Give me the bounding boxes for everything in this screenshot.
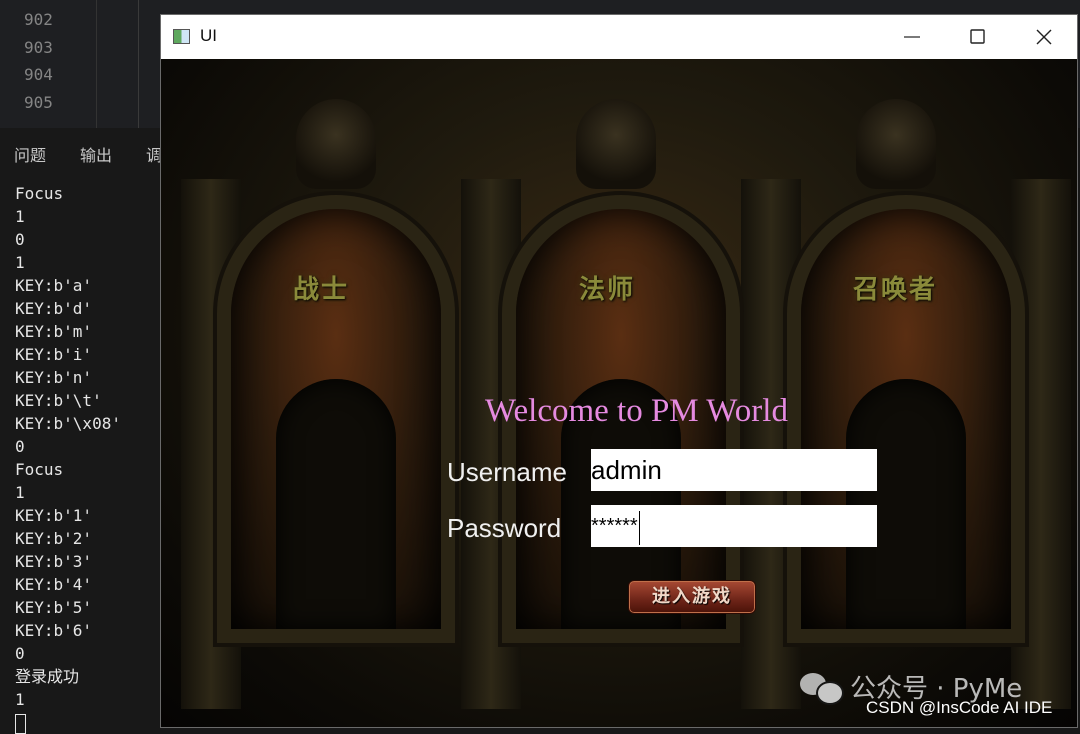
tab-output[interactable]: 输出	[80, 142, 112, 166]
terminal-line: 1	[15, 207, 25, 226]
ui-window: UI 战士 法师 召唤者 Welcome to PM World Usernam…	[160, 14, 1078, 728]
password-label: Password	[447, 513, 562, 543]
terminal-line: 0	[15, 644, 25, 663]
terminal-line: KEY:b'4'	[15, 575, 93, 594]
stone-pillar	[1011, 179, 1071, 709]
close-icon	[1036, 29, 1052, 45]
indent-guide	[138, 0, 139, 128]
stone-pillar	[741, 179, 801, 709]
arch-label-warrior: 战士	[293, 275, 350, 305]
terminal-line: KEY:b'5'	[15, 598, 93, 617]
maximize-button[interactable]	[945, 15, 1011, 59]
terminal-line: KEY:b'd'	[15, 299, 93, 318]
password-input[interactable]: ******	[591, 505, 877, 547]
terminal-line: Focus	[15, 460, 64, 479]
gargoyle-statue	[856, 99, 936, 189]
terminal-output: Focus 1 0 1 KEY:b'a' KEY:b'd' KEY:b'm' KEY:b'i'…	[15, 182, 165, 734]
line-number: 904	[24, 65, 53, 84]
stone-pillar	[461, 179, 521, 709]
terminal-line: KEY:b'n'	[15, 368, 93, 387]
text-caret	[638, 511, 640, 546]
terminal-line: 0	[15, 230, 25, 249]
terminal-line: KEY:b'm'	[15, 322, 93, 341]
username-label: Username	[447, 457, 567, 487]
terminal-line: Focus	[15, 184, 64, 203]
line-number-gutter: 902 903 904 905	[0, 0, 97, 128]
welcome-heading: Welcome to PM World	[485, 393, 788, 429]
password-value: ******	[591, 515, 638, 537]
minimize-button[interactable]	[879, 15, 945, 59]
wechat-icon	[800, 671, 844, 705]
terminal-line: KEY:b'1'	[15, 506, 93, 525]
arch-doorway	[846, 379, 966, 629]
terminal-line: 1	[15, 483, 25, 502]
username-value: admin	[591, 455, 662, 485]
maximize-icon	[970, 29, 985, 44]
terminal-line: 登录成功	[15, 667, 80, 686]
gargoyle-statue	[576, 99, 656, 189]
terminal-line: KEY:b'6'	[15, 621, 93, 640]
terminal-line: 1	[15, 253, 25, 272]
terminal-line: KEY:b'\x08'	[15, 414, 121, 433]
terminal-line: KEY:b'a'	[15, 276, 93, 295]
terminal-cursor	[15, 711, 165, 734]
game-login-scene: 战士 法师 召唤者 Welcome to PM World Username a…	[161, 59, 1077, 727]
close-button[interactable]	[1011, 15, 1077, 59]
line-number: 905	[24, 93, 53, 112]
line-number: 902	[24, 10, 53, 29]
line-number: 903	[24, 38, 53, 57]
arch-label-mage: 法师	[579, 275, 636, 305]
arch-doorway	[276, 379, 396, 629]
terminal-line: KEY:b'\t'	[15, 391, 102, 410]
terminal-line: 1	[15, 690, 25, 709]
minimize-icon	[904, 36, 920, 38]
terminal-line: KEY:b'i'	[15, 345, 93, 364]
terminal-line: 0	[15, 437, 25, 456]
window-title: UI	[200, 26, 217, 45]
tab-problems[interactable]: 问题	[14, 142, 46, 166]
terminal-line: KEY:b'3'	[15, 552, 93, 571]
app-window-icon	[173, 29, 190, 44]
terminal-line: KEY:b'2'	[15, 529, 93, 548]
window-titlebar[interactable]: UI	[161, 15, 1077, 59]
gargoyle-statue	[296, 99, 376, 189]
arch-label-summoner: 召唤者	[853, 275, 938, 305]
enter-game-button[interactable]: 进入游戏	[628, 580, 756, 614]
username-input[interactable]: admin	[591, 449, 877, 491]
csdn-credit: CSDN @InsCode AI IDE	[866, 698, 1053, 717]
